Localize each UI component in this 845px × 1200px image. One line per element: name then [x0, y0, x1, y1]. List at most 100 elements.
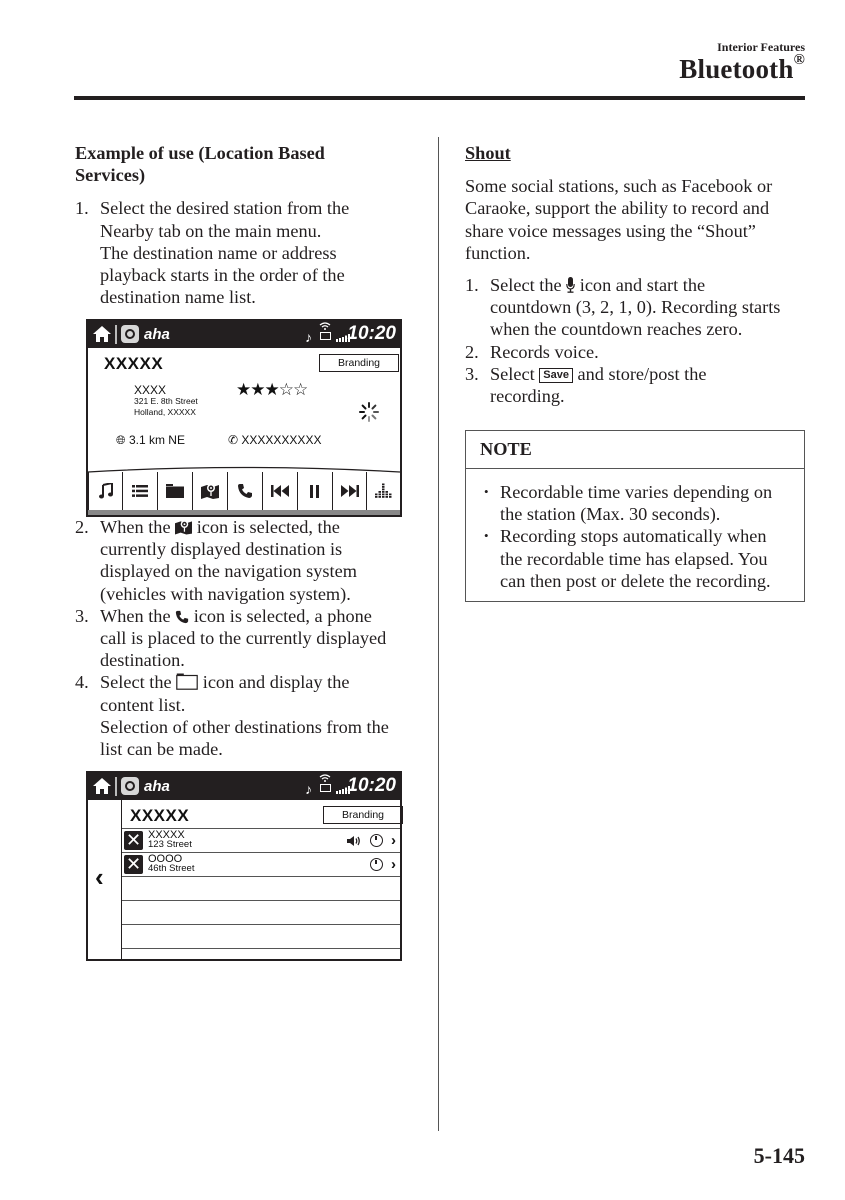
- clock-icon: [370, 858, 383, 871]
- paragraph-line: Some social stations, such as Facebook o…: [465, 176, 773, 197]
- music-note-icon: [98, 483, 113, 499]
- item-address: 123 Street: [148, 839, 192, 850]
- note-item: • Recording stops automatically when the…: [480, 525, 800, 592]
- step-text: Select: [490, 363, 535, 384]
- step-line: destination.: [100, 650, 185, 671]
- paragraph-line: Caraoke, support the ability to record a…: [465, 198, 770, 219]
- steps-list-2: 2. When the icon is selected, the curren…: [75, 516, 425, 760]
- section-heading: Example of use (Location Based Services): [75, 142, 425, 186]
- map-pin-icon: [175, 520, 193, 535]
- music-note-icon: ♪: [305, 781, 312, 797]
- home-icon[interactable]: [92, 777, 112, 795]
- chevron-right-icon: ›: [391, 856, 396, 873]
- next-track-button[interactable]: [332, 472, 366, 510]
- home-icon[interactable]: [92, 325, 112, 343]
- aha-logo-icon: [121, 325, 139, 343]
- step-text: Select the: [490, 275, 562, 296]
- list-item-empty[interactable]: [122, 948, 400, 958]
- step-number: 2.: [465, 341, 479, 362]
- status-separator: [115, 777, 117, 796]
- note-line: Recordable time varies depending on: [500, 482, 773, 502]
- station-title: XXXXX: [130, 806, 190, 825]
- distance-readout: 🌐︎ 3.1 km NE: [116, 433, 185, 448]
- list-button[interactable]: [122, 472, 157, 510]
- step-line: The destination name or address: [100, 242, 337, 263]
- column-divider: [438, 137, 439, 1131]
- pause-button[interactable]: [297, 472, 332, 510]
- step-line: displayed on the navigation system: [100, 561, 357, 582]
- note-box: NOTE • Recordable time varies depending …: [465, 430, 805, 602]
- address-line: 321 E. 8th Street: [134, 396, 198, 406]
- call-button[interactable]: [227, 472, 262, 510]
- step-text: icon is selected, a phone: [193, 605, 372, 626]
- step-line: content list.: [100, 694, 186, 715]
- equalizer-button[interactable]: [366, 472, 400, 510]
- list-item[interactable]: ✕ OOOO 46th Street ›: [122, 852, 400, 876]
- address-line: Holland, XXXXX: [134, 407, 196, 417]
- aha-list-screen: aha ♪ 10:20 ‹ XXXXX Branding ✕ XXXXX 123…: [86, 771, 403, 961]
- speaker-playing-icon: [347, 835, 360, 846]
- step-line: (vehicles with navigation system).: [100, 583, 351, 604]
- note-line: the recordable time has elapsed. You: [500, 548, 768, 569]
- folder-outline-icon: [176, 673, 198, 691]
- note-divider: [466, 468, 804, 469]
- next-track-icon: [340, 485, 359, 497]
- page-title: Bluetooth®: [679, 52, 805, 85]
- step-line: countdown (3, 2, 1, 0). Recording starts: [490, 297, 781, 318]
- list-item-empty[interactable]: [122, 876, 400, 900]
- step-number: 1.: [75, 198, 89, 219]
- registered-mark: ®: [793, 52, 805, 68]
- section-heading: Shout: [465, 143, 511, 163]
- branding-label: Branding: [319, 354, 399, 372]
- note-title: NOTE: [480, 439, 532, 459]
- phone-icon: ✆: [228, 433, 239, 447]
- music-note-icon: ♪: [305, 329, 312, 345]
- step-number: 1.: [465, 275, 479, 296]
- step-text: When the: [100, 605, 171, 626]
- paragraph-line: function.: [465, 242, 531, 263]
- app-name: aha: [144, 326, 170, 343]
- heading-line: Services): [75, 165, 146, 186]
- aha-detail-screen: aha ♪ 10:20 XXXXX Branding XXXX 321 E. 8…: [86, 319, 402, 517]
- destination-name: XXXX: [134, 383, 167, 397]
- media-toolbar: [88, 463, 400, 515]
- battery-icon: [320, 332, 331, 340]
- step-line: call is placed to the currently displaye…: [100, 628, 387, 649]
- list-item[interactable]: ✕ XXXXX 123 Street ›: [122, 828, 400, 852]
- clock: 10:20: [347, 323, 396, 344]
- step-number: 2.: [75, 517, 89, 537]
- step-line: currently displayed destination is: [100, 539, 343, 560]
- music-button[interactable]: [88, 472, 122, 510]
- step-line: When the icon is selected, the: [100, 516, 425, 538]
- step-3: 3. Select Save and store/post the record…: [465, 363, 810, 407]
- clock-icon: [370, 834, 383, 847]
- step-text: icon and display the: [202, 672, 350, 693]
- wifi-icon: [319, 322, 331, 330]
- back-chevron-icon[interactable]: ‹: [95, 862, 104, 893]
- note-line: the station (Max. 30 seconds).: [500, 504, 721, 525]
- section-label: Interior Features: [717, 40, 805, 54]
- list-item-empty[interactable]: [122, 900, 400, 924]
- stars-filled: ★★★: [236, 380, 280, 399]
- step-text: Select the: [100, 672, 172, 693]
- intro-paragraph: Some social stations, such as Facebook o…: [465, 175, 810, 264]
- phone-icon: [238, 484, 252, 498]
- page-number: 5-145: [753, 1143, 805, 1168]
- bullet: •: [484, 528, 489, 544]
- stars-empty: ☆☆: [278, 380, 309, 399]
- previous-track-button[interactable]: [262, 472, 297, 510]
- save-button-glyph: Save: [539, 367, 573, 383]
- folder-button[interactable]: [157, 472, 192, 510]
- wifi-icon: [319, 774, 331, 782]
- microphone-icon: [566, 277, 575, 293]
- item-icons: ›: [370, 856, 396, 873]
- list-icon: [132, 485, 148, 497]
- status-separator: [115, 325, 117, 344]
- heading-line: Example of use (Location Based: [75, 143, 325, 163]
- step-line: Select Save and store/post the: [490, 363, 810, 385]
- battery-icon: [320, 784, 331, 792]
- map-button[interactable]: [192, 472, 227, 510]
- status-bar: aha ♪ 10:20: [88, 773, 400, 800]
- app-name: aha: [144, 778, 170, 795]
- back-panel: ‹: [88, 800, 122, 959]
